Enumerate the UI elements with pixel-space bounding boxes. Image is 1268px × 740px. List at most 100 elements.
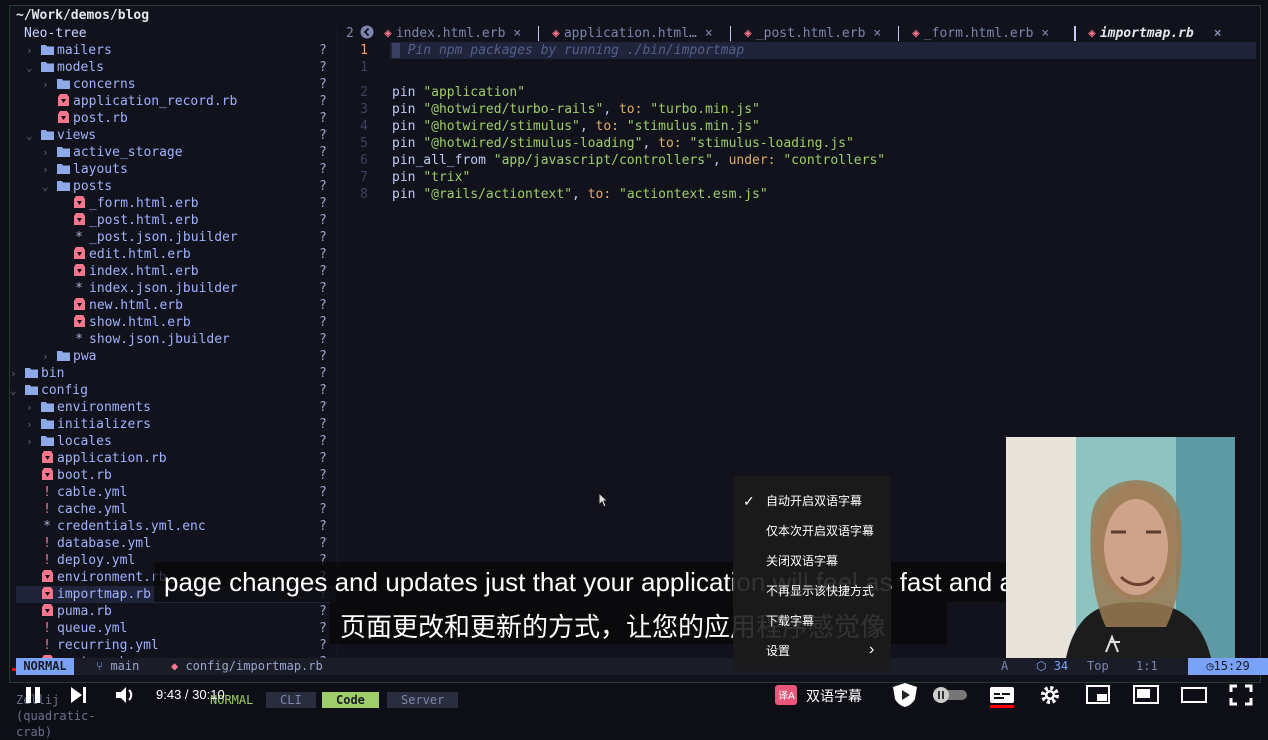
tree-node[interactable]: * index.json.jbuilder [72, 280, 238, 297]
tree-node[interactable]: edit.html.erb [72, 246, 191, 263]
tree-node[interactable]: › concerns [42, 76, 136, 93]
close-icon[interactable]: × [1041, 26, 1049, 41]
tree-node[interactable]: _post.html.erb [72, 212, 199, 229]
menu-item[interactable]: 仅本次开启双语字幕 [766, 523, 874, 539]
tree-node[interactable]: application.rb [40, 450, 167, 467]
tree-node[interactable]: ⌄ config [10, 382, 88, 399]
chevron-down-icon[interactable]: ⌄ [26, 127, 33, 144]
buffer-tab[interactable]: ◈ application.html… × [552, 24, 713, 43]
tree-node[interactable]: index.html.erb [72, 263, 199, 280]
tree-node[interactable]: new.html.erb [72, 297, 183, 314]
tree-node[interactable]: › locales [26, 433, 112, 450]
zellij-tab-cli[interactable]: CLI [266, 692, 316, 708]
close-icon[interactable]: × [873, 26, 881, 41]
captions-button[interactable] [988, 684, 1016, 712]
pause-button[interactable] [22, 684, 44, 710]
yaml-file-icon: ! [43, 553, 51, 568]
chevron-down-icon[interactable]: ⌄ [10, 382, 17, 399]
tree-node[interactable]: ! recurring.yml [40, 637, 159, 654]
ruby-file-icon: ◈ [912, 26, 920, 41]
tree-node[interactable]: _form.html.erb [72, 195, 199, 212]
tree-node[interactable]: ⌄ views [26, 127, 96, 144]
chevron-right-icon[interactable]: › [26, 433, 33, 450]
tree-node[interactable]: post.rb [56, 110, 128, 127]
tree-node[interactable]: › initializers [26, 416, 151, 433]
tree-node[interactable]: › mailers [26, 42, 112, 59]
tree-node[interactable]: ⌄ posts [42, 178, 112, 195]
chevron-right-icon[interactable]: › [42, 161, 49, 178]
tree-node[interactable]: puma.rb [40, 603, 112, 620]
tree-node-label: locales [57, 434, 112, 449]
tree-node[interactable]: environment.rb [40, 569, 167, 586]
tree-node[interactable]: * _post.json.jbuilder [72, 229, 238, 246]
zellij-tab-server[interactable]: Server [387, 692, 459, 708]
tree-node[interactable]: application_record.rb [56, 93, 237, 110]
buffer-tab[interactable]: ◈ _form.html.erb × [912, 24, 1049, 43]
menu-item[interactable]: 关闭双语字幕 [766, 553, 838, 569]
menu-item[interactable]: 自动开启双语字幕 [766, 493, 862, 509]
pip-button[interactable] [1132, 684, 1160, 710]
tree-node[interactable]: show.html.erb [72, 314, 191, 331]
autoplay-toggle[interactable] [932, 686, 968, 708]
menu-item[interactable]: 不再显示该快捷方式 [766, 583, 874, 599]
chevron-down-icon[interactable]: ⌄ [42, 178, 49, 195]
tree-node[interactable]: ! cache.yml [40, 501, 127, 518]
buffer-tab[interactable]: ◈ index.html.erb × [384, 24, 521, 43]
chevron-right-icon[interactable]: › [42, 76, 49, 93]
buffer-tab[interactable]: ◈ _post.html.erb × [744, 24, 881, 43]
tree-node[interactable]: › environments [26, 399, 151, 416]
tree-title: Neo-tree [24, 26, 87, 41]
shield-play-icon[interactable] [890, 682, 920, 712]
close-icon[interactable]: × [1214, 26, 1222, 41]
close-icon[interactable]: × [513, 26, 521, 41]
tree-node[interactable]: * credentials.yml.enc [40, 518, 206, 535]
chevron-down-icon[interactable]: ⌄ [26, 59, 33, 76]
menu-item[interactable]: 下载字幕 [766, 613, 814, 629]
chevron-right-icon[interactable]: › [26, 42, 33, 59]
tree-node-label: database.yml [57, 536, 151, 551]
code-line: pin_all_from "app/javascript/controllers… [392, 153, 886, 168]
tree-node[interactable]: ⌄ models [26, 59, 104, 76]
settings-gear-icon[interactable] [1038, 683, 1062, 711]
tree-node[interactable]: › active_storage [42, 144, 183, 161]
line-number: 8 [360, 187, 368, 202]
git-status-marker: ? [319, 179, 327, 194]
next-button[interactable] [68, 684, 90, 710]
folder-icon [40, 399, 54, 416]
fullscreen-button[interactable] [1228, 683, 1254, 711]
generic-file-icon: * [43, 519, 51, 534]
git-status-marker: ? [319, 298, 327, 313]
tree-node[interactable]: › pwa [42, 348, 96, 365]
tree-node-label: _post.html.erb [89, 213, 199, 228]
tree-node-label: boot.rb [57, 468, 112, 483]
tree-node[interactable]: ! deploy.yml [40, 552, 135, 569]
volume-button[interactable] [114, 684, 138, 710]
miniplayer-button[interactable] [1085, 684, 1111, 710]
chevron-right-icon[interactable]: › [42, 348, 49, 365]
menu-item[interactable]: 设置 [766, 643, 790, 659]
tree-node-label: concerns [73, 77, 136, 92]
close-icon[interactable]: × [705, 26, 713, 41]
zellij-tab-code[interactable]: Code [322, 692, 379, 708]
theater-mode-button[interactable] [1180, 684, 1208, 710]
git-status-marker: ? [319, 621, 327, 636]
tab-separator [1074, 26, 1076, 41]
back-arrow-icon[interactable] [360, 24, 374, 43]
git-status-marker: ? [319, 332, 327, 347]
chevron-right-icon[interactable]: › [42, 144, 49, 161]
tree-node[interactable]: › layouts [42, 161, 128, 178]
tree-node[interactable]: ! cable.yml [40, 484, 127, 501]
buffer-tabs: 2 ◈ index.html.erb × ◈ application.html… × ◈ _p… [340, 24, 1258, 43]
chevron-right-icon[interactable]: › [10, 365, 17, 382]
bilingual-subtitle-label[interactable]: 双语字幕 [806, 686, 862, 706]
tree-node[interactable]: ! queue.yml [40, 620, 127, 637]
tree-node[interactable]: › bin [10, 365, 64, 382]
tree-node[interactable]: ! database.yml [40, 535, 151, 552]
ruby-file-icon [72, 314, 86, 331]
tree-node[interactable]: * show.json.jbuilder [72, 331, 230, 348]
chevron-right-icon[interactable]: › [26, 399, 33, 416]
bilingual-subtitle-icon[interactable]: 译A [774, 684, 798, 710]
buffer-tab[interactable]: ◈ importmap.rb × [1088, 24, 1222, 43]
chevron-right-icon[interactable]: › [26, 416, 33, 433]
tree-node[interactable]: boot.rb [40, 467, 112, 484]
